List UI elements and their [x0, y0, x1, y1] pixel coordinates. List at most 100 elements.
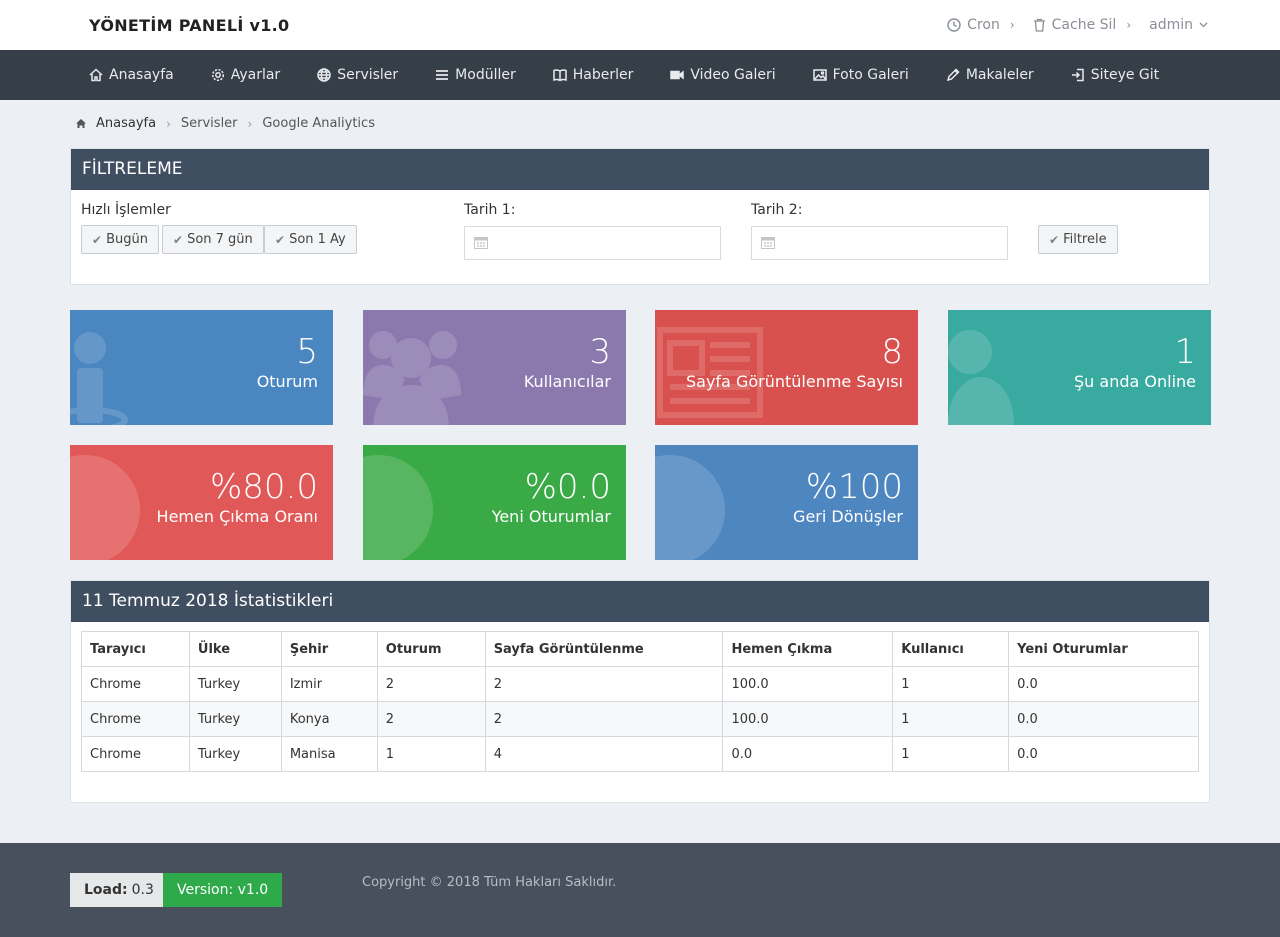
table-cell: Turkey — [188, 666, 282, 702]
users-icon — [363, 331, 461, 425]
sign-in-icon — [1071, 68, 1084, 82]
table-cell: Turkey — [188, 736, 282, 772]
clock-icon — [947, 18, 961, 32]
globe-icon — [317, 68, 331, 82]
table-cell: 2 — [484, 666, 724, 702]
last-1-month-button[interactable]: ✔ Son 1 Ay — [264, 225, 357, 254]
top-bar: YÖNETİM PANELİ v1.0 Cron › Cache Sil › a… — [0, 0, 1280, 50]
table-cell: 100.0 — [722, 701, 894, 737]
table-header-row: Tarayıcı Ülke Şehir Oturum Sayfa Görüntü… — [81, 631, 1199, 667]
breadcrumb-current: Google Analiytics — [262, 116, 375, 131]
main-nav: Anasayfa Ayarlar Servisler Modüller Habe… — [0, 50, 1280, 100]
table-cell: 2 — [376, 701, 486, 737]
stat-card-returning: %100 Geri Dönüşler — [655, 445, 918, 560]
menu-icon — [436, 70, 449, 80]
nav-item-modules[interactable]: Modüller — [435, 67, 516, 83]
breadcrumb: Anasayfa › Servisler › Google Analiytics — [76, 116, 375, 131]
stats-panel: 11 Temmuz 2018 İstatistikleri Tarayıcı Ü… — [70, 580, 1210, 803]
table-cell: Turkey — [188, 701, 282, 737]
column-header: Şehir — [280, 631, 378, 667]
chevron-right-icon: › — [1009, 18, 1015, 32]
breadcrumb-home[interactable]: Anasayfa — [96, 116, 156, 131]
stat-label: Hemen Çıkma Oranı — [156, 507, 318, 526]
column-header: Ülke — [188, 631, 282, 667]
stat-value: %80.0 — [209, 467, 318, 507]
table-cell: Chrome — [81, 701, 190, 737]
nav-item-go-to-site[interactable]: Siteye Git — [1071, 67, 1159, 83]
home-icon — [76, 119, 86, 128]
stat-label: Geri Dönüşler — [793, 507, 903, 526]
copyright-text: Copyright © 2018 Tüm Hakları Saklıdır. — [362, 875, 617, 890]
nav-label: Anasayfa — [109, 67, 174, 83]
chevron-down-icon — [1199, 22, 1208, 28]
globe-icon — [70, 455, 140, 560]
table-row: Chrome Turkey Izmir 2 2 100.0 1 0.0 — [81, 666, 1199, 702]
check-icon: ✔ — [275, 232, 286, 247]
quick-actions-label: Hızlı İşlemler — [81, 202, 171, 218]
table-cell: Chrome — [81, 666, 190, 702]
stat-card-pageviews: 8 Sayfa Görüntülenme Sayısı — [655, 310, 918, 425]
breadcrumb-separator: › — [166, 116, 171, 131]
stat-value: %0.0 — [524, 467, 611, 507]
version-badge: Version: v1.0 — [163, 873, 283, 907]
table-cell: 2 — [484, 701, 724, 737]
book-icon — [552, 69, 567, 82]
date1-input[interactable] — [464, 226, 721, 260]
column-header: Kullanıcı — [892, 631, 1010, 667]
nav-item-photo-gallery[interactable]: Foto Galeri — [812, 67, 909, 83]
breadcrumb-separator: › — [247, 116, 253, 131]
date2-input[interactable] — [751, 226, 1008, 260]
date1-label: Tarih 1: — [464, 202, 516, 218]
breadcrumb-services[interactable]: Servisler — [181, 116, 238, 131]
table-cell: 1 — [376, 736, 486, 772]
nav-item-video-gallery[interactable]: Video Galeri — [670, 67, 776, 83]
table-cell: 2 — [376, 666, 486, 702]
stats-table: Tarayıcı Ülke Şehir Oturum Sayfa Görüntü… — [81, 631, 1199, 772]
nav-label: Ayarlar — [230, 67, 281, 83]
column-header: Yeni Oturumlar — [1008, 631, 1199, 667]
cron-link[interactable]: Cron › — [947, 17, 1015, 33]
admin-menu[interactable]: admin — [1149, 17, 1208, 33]
table-cell: 0.0 — [1008, 736, 1199, 772]
stat-value: 3 — [589, 332, 611, 372]
user-icon — [948, 330, 1014, 425]
stat-value: 5 — [296, 332, 318, 372]
stat-label: Şu anda Online — [1074, 372, 1196, 391]
check-icon: ✔ — [92, 232, 103, 247]
cache-clear-link[interactable]: Cache Sil › — [1033, 17, 1131, 33]
nav-item-news[interactable]: Haberler — [552, 67, 633, 83]
nav-label: Modüller — [455, 67, 516, 83]
nav-label: Foto Galeri — [832, 67, 909, 83]
nav-item-services[interactable]: Servisler — [317, 67, 398, 83]
filter-submit-button[interactable]: ✔ Filtrele — [1038, 225, 1118, 254]
stat-label: Kullanıcılar — [523, 372, 611, 391]
last-7-days-button[interactable]: ✔ Son 7 gün — [162, 225, 264, 254]
table-row: Chrome Turkey Manisa 1 4 0.0 1 0.0 — [81, 736, 1199, 772]
stat-value: %100 — [805, 467, 903, 507]
stat-label: Oturum — [256, 372, 318, 391]
nav-item-articles[interactable]: Makaleler — [946, 67, 1034, 83]
pencil-icon — [946, 68, 960, 82]
trash-icon — [1033, 18, 1045, 32]
date2-label: Tarih 2: — [751, 202, 803, 218]
nav-item-settings[interactable]: Ayarlar — [211, 67, 280, 83]
stat-card-bounce-rate: %80.0 Hemen Çıkma Oranı — [70, 445, 333, 560]
table-cell: 0.0 — [1008, 666, 1199, 702]
table-cell: Manisa — [280, 736, 378, 772]
load-value: 0.3 — [131, 882, 154, 898]
stat-label: Sayfa Görüntülenme Sayısı — [685, 372, 903, 391]
today-button[interactable]: ✔ Bugün — [81, 225, 159, 254]
check-icon: ✔ — [1049, 232, 1060, 247]
brand-title[interactable]: YÖNETİM PANELİ v1.0 — [89, 16, 289, 35]
filter-panel-title: FİLTRELEME — [71, 149, 1209, 190]
globe-icon — [655, 455, 725, 560]
table-cell: 1 — [892, 736, 1010, 772]
table-cell: 0.0 — [722, 736, 894, 772]
stat-card-new-sessions: %0.0 Yeni Oturumlar — [363, 445, 626, 560]
column-header: Tarayıcı — [81, 631, 190, 667]
gear-icon — [211, 68, 224, 82]
admin-label: admin — [1149, 17, 1193, 33]
top-links: Cron › Cache Sil › admin — [947, 17, 1208, 33]
nav-item-home[interactable]: Anasayfa — [89, 67, 174, 83]
stat-value: 8 — [881, 332, 903, 372]
